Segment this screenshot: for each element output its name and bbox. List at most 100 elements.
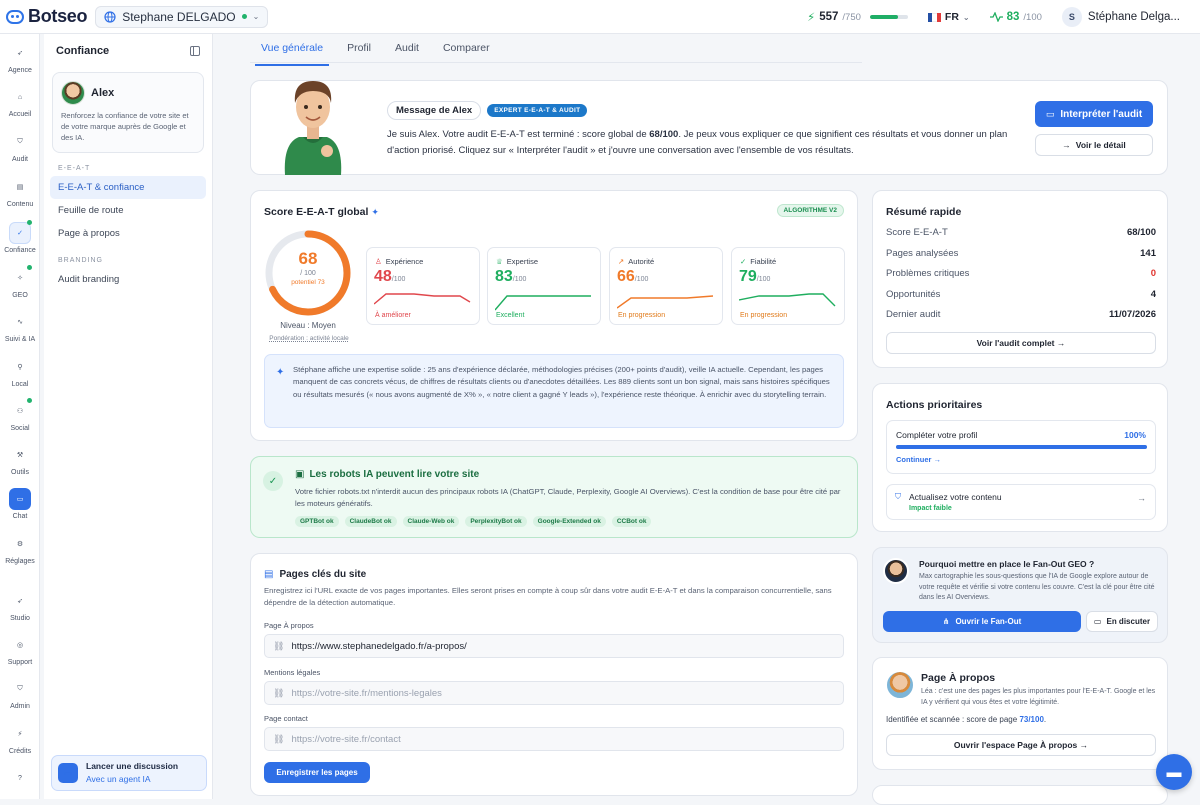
workspace-select[interactable]: Stephane DELGADO ⌄ [95,5,269,28]
save-pages-button[interactable]: Enregistrer les pages [264,762,370,783]
eeat-score-card: Score E-E-A-T global ✦ ALGORITHME V2 68 … [250,190,858,441]
key-pages-card: ▤ Pages clés du site Enregistrez ici l'UR… [250,553,858,796]
shield-icon: ⛉ [17,685,23,692]
start-discussion-button[interactable]: ▭ Lancer une discussion Avec un agent IA [51,755,207,791]
sidebar-item-help[interactable]: ? [0,767,40,792]
shield-icon: ⛉ [17,138,23,145]
legal-page-placeholder: https://votre-site.fr/mentions-legales [291,687,442,699]
action-complete-profile[interactable]: Compléter votre profil 100% Continuer → [886,420,1156,474]
panel-item-branding-audit[interactable]: Audit branding [50,268,206,291]
network-icon: ⋔ [942,617,950,626]
score-indicator[interactable]: 83/100 [989,11,1042,23]
credits-indicator[interactable]: ⚡ 557/750 [807,10,908,24]
shield-check-icon: ✓ [9,222,31,244]
collapse-panel-icon[interactable] [190,46,200,56]
panel-item-about-page[interactable]: Page à propos [50,222,206,245]
score-value: 68 [298,249,318,268]
panel-item-eeat[interactable]: E-E-A-T & confiance [50,175,206,199]
metric-number: 83 [495,268,513,285]
floating-chat-button[interactable]: ▬ [1156,754,1192,790]
robot-status-tag: Claude-Web ok [402,516,460,527]
about-page-input[interactable]: ⛓ https://www.stephanedelgado.fr/a-propos… [264,634,844,658]
fanout-title: Pourquoi mettre en place le Fan-Out GEO … [919,559,1095,569]
fanout-text: Max cartographie les sous-questions que … [919,573,1155,601]
sidebar-item-wand[interactable]: ⚒ Outils [0,444,40,476]
metric-label: ↗ Autorité [618,257,654,266]
about-page-value: https://www.stephanedelgado.fr/a-propos/ [291,640,467,652]
metric-card[interactable]: ♕ Expertise 83/100 Excellent [487,247,601,325]
interpret-audit-button[interactable]: ▭ Interpréter l'audit [1035,101,1153,127]
sidebar-item-label: Agence [8,67,32,74]
sidebar-item-shield[interactable]: ⛉ Audit [0,131,40,163]
discuss-button[interactable]: ▭ En discuter [1086,611,1158,632]
sidebar-item-users[interactable]: ⚇ Social [0,398,40,432]
wand-icon: ⚒ [16,452,24,459]
key-pages-title-text: Pages clés du site [279,569,367,580]
sidebar-item-home[interactable]: ⌂ Accueil [0,86,40,119]
agent-avatar [883,558,909,584]
contact-page-input[interactable]: ⛓ https://votre-site.fr/contact [264,727,844,751]
metric-card[interactable]: ♙ Expérience 48/100 À améliorer [366,247,480,325]
continue-link[interactable]: Continuer → [896,455,941,464]
chevron-down-icon: ⌄ [252,12,260,21]
metric-card[interactable]: ✓ Fiabilité 79/100 En progression [731,247,845,325]
sidebar-item-label: Support [7,659,33,666]
sidebar-item-shield-check[interactable]: ✓ Confiance [0,220,40,254]
sidebar-item-label: Crédits [8,748,32,755]
about-page-status: Identifiée et scannée : score de page 73… [886,715,1046,724]
contact-page-placeholder: https://votre-site.fr/contact [291,733,401,745]
legal-page-input[interactable]: ⛓ https://votre-site.fr/mentions-legales [264,681,844,705]
help-icon: ? [18,774,22,782]
metric-max: /100 [756,276,771,283]
sidebar-item-label: Réglages [5,558,35,565]
brand-logo[interactable]: Botseo [6,6,88,27]
next-card [872,785,1168,805]
logo-icon [6,9,24,24]
sidebar-item-bolt[interactable]: ⚡ Crédits [0,723,40,755]
arrow-right-icon: → [1137,493,1146,503]
award-icon: ♕ [496,257,503,266]
sidebar-item-document[interactable]: ▤ Contenu [0,176,40,208]
robot-status-tag: Google-Extended ok [532,516,606,527]
summary-key: Score E-E-A-T [886,227,948,238]
panel-item-roadmap[interactable]: Feuille de route [50,199,206,222]
summary-value: 11/07/2026 [1108,309,1156,320]
discuss-label: En discuter [1106,617,1151,626]
sidebar-item-sparkles[interactable]: ✧ GEO [0,265,40,299]
user-menu[interactable]: S Stéphane Delga... [1061,7,1180,27]
language-select[interactable]: FR ⌄ [927,11,970,23]
sidebar-item-label: GEO [12,292,28,299]
action-refresh-content[interactable]: ⛉ Actualisez votre contenu Impact faible… [886,484,1156,520]
insight-box: ✦ Stéphane affiche une expertise solide … [264,354,844,428]
metric-status: À améliorer [375,312,411,319]
sidebar-item-map-pin[interactable]: ⚲ Local [0,356,40,388]
weighting-link[interactable]: Pondération : activité locale [257,335,361,342]
credits-value: 557 [819,11,839,23]
coach-message-text: Je suis Alex. Votre audit E-E-A-T est te… [387,127,1023,158]
contact-page-label: Page contact [264,714,308,723]
sidebar-item-rocket[interactable]: ➶ Agence [0,42,40,74]
sidebar-item-shield[interactable]: ⛉ Admin [0,678,40,710]
home-icon: ⌂ [17,93,23,101]
priority-actions-card: Actions prioritaires Compléter votre pro… [872,383,1168,532]
notification-dot [27,398,32,403]
rocket-icon: ➶ [17,50,23,57]
link-icon: ⛓ [273,640,285,651]
sparkles-icon: ✧ [17,275,23,282]
interpret-audit-label: Interpréter l'audit [1060,108,1143,120]
user-name: Stéphane Delga... [1087,11,1180,23]
sidebar-item-lifebuoy[interactable]: ◎ Support [0,634,40,666]
open-about-space-button[interactable]: Ouvrir l'espace Page À propos → [886,734,1156,756]
sidebar-item-rocket[interactable]: ➶ Studio [0,590,40,622]
metric-sparkline [617,295,714,309]
sidebar-item-gear[interactable]: ⚙ Réglages [0,533,40,565]
metric-card[interactable]: ↗ Autorité 66/100 En progression [609,247,723,325]
metric-status: Excellent [496,312,525,319]
sidebar-item-activity[interactable]: ∿ Suivi & IA [0,311,40,343]
view-full-audit-button[interactable]: Voir l'audit complet → [886,332,1156,354]
summary-value: 68/100 [1126,227,1156,238]
sidebar-item-chat[interactable]: ▭ Chat [0,488,40,520]
view-detail-button[interactable]: → Voir le détail [1035,134,1153,156]
open-fanout-button[interactable]: ⋔ Ouvrir le Fan-Out [883,611,1081,632]
actions-title: Actions prioritaires [886,399,983,411]
